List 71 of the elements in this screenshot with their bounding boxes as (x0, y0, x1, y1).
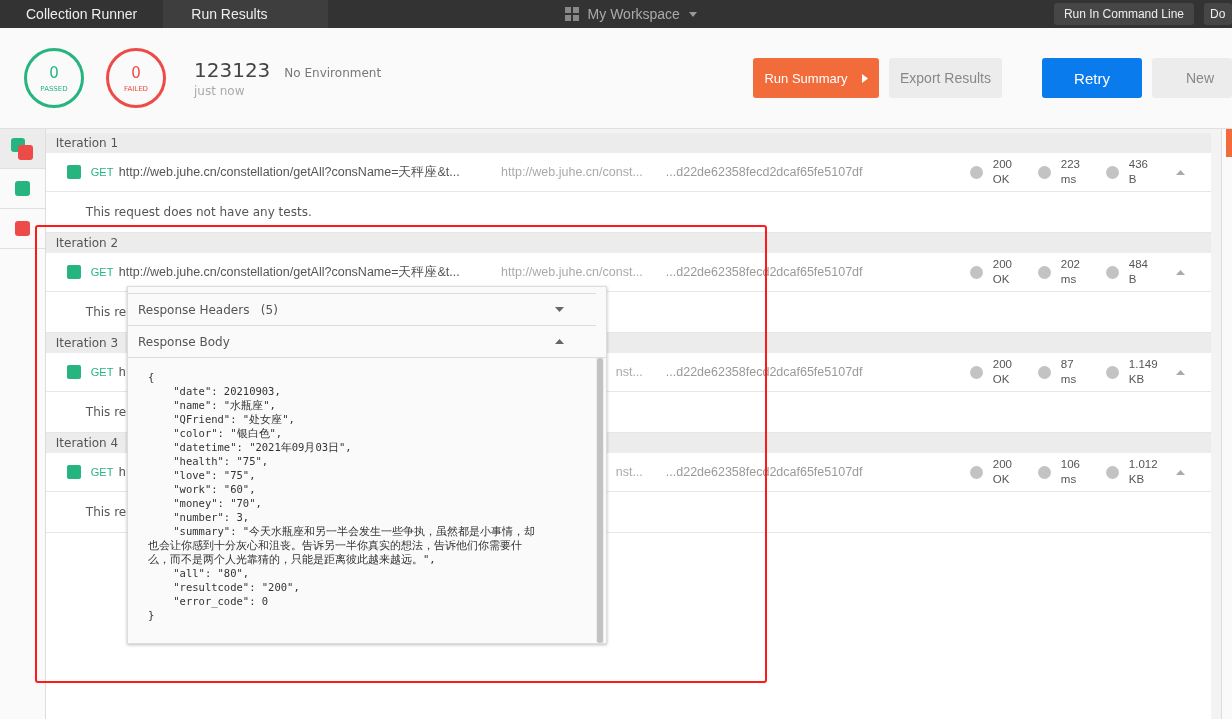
request-url: nst... (614, 465, 643, 479)
pass-fail-icon (11, 137, 34, 160)
collapse-icon[interactable] (1175, 169, 1185, 175)
request-url: nst... (614, 365, 643, 379)
pass-icon (14, 181, 30, 196)
environment-label: No Environment (284, 66, 382, 80)
request-url: http://web.juhe.cn/const... (500, 265, 643, 279)
request-url[interactable]: http://web.juhe.cn/constellation/getAll?consName=天秤座&t... (118, 163, 481, 181)
collapse-icon[interactable] (1175, 269, 1185, 275)
iteration-filter[interactable] (0, 129, 45, 169)
workspace-menu[interactable]: My Workspace (564, 6, 697, 22)
time-value: 106 ms (1060, 457, 1080, 487)
method-label: GET (90, 366, 115, 378)
section-header[interactable]: Response Body (128, 325, 596, 357)
caret-icon (688, 11, 697, 17)
action-button[interactable]: Retry (1042, 58, 1142, 98)
scrollbar-thumb[interactable] (1226, 129, 1232, 157)
collapse-icon[interactable] (1175, 369, 1185, 375)
time-dot (1037, 465, 1051, 479)
toolbar-button[interactable]: Run In Command Line (1053, 3, 1194, 25)
status-value: 200 OK (992, 357, 1012, 387)
section-header[interactable]: Response Headers (5) (128, 293, 596, 325)
size-dot (1105, 165, 1119, 179)
status-dot (969, 265, 983, 279)
status-dot (969, 465, 983, 479)
pass-icon (66, 165, 81, 179)
time-dot (1037, 165, 1051, 179)
size-dot (1105, 265, 1119, 279)
method-label: GET (90, 166, 115, 178)
run-name: 123123 (194, 58, 271, 82)
breadcrumb-tab[interactable]: Run Results (163, 0, 328, 28)
test-message: This re (85, 305, 127, 319)
size-value: 436 B (1128, 157, 1148, 187)
caret-icon (861, 73, 868, 83)
test-message: This re (85, 505, 127, 519)
pass-icon (66, 365, 81, 379)
pass-icon (66, 465, 81, 479)
caret-icon (555, 307, 564, 312)
size-dot (1105, 465, 1119, 479)
time-value: 202 ms (1060, 257, 1080, 287)
status-value: 200 OK (992, 457, 1012, 487)
caret-icon (555, 339, 564, 344)
time-dot (1037, 265, 1051, 279)
status-value: 200 OK (992, 257, 1012, 287)
scrollbar-thumb[interactable] (597, 358, 603, 643)
test-message: This request does not have any tests. (85, 205, 312, 219)
collapse-icon[interactable] (1175, 469, 1185, 475)
grid-icon (564, 7, 579, 21)
breadcrumb-tab[interactable]: Collection Runner (0, 0, 164, 28)
size-dot (1105, 365, 1119, 379)
request-url[interactable]: http://web.juhe.cn/constellation/getAll?consName=天秤座&t... (118, 263, 481, 281)
test-message: This re (85, 405, 127, 419)
fail-icon (14, 221, 30, 236)
iteration-header: Iteration 1 (45, 133, 1211, 153)
iteration-header: Iteration 2 (45, 233, 1211, 253)
size-value: 1.149 KB (1128, 357, 1158, 387)
time-dot (1037, 365, 1051, 379)
pass-icon (66, 265, 81, 279)
status-dot (969, 165, 983, 179)
run-time: just now (194, 84, 246, 98)
size-value: 1.012 KB (1128, 457, 1158, 487)
time-value: 223 ms (1060, 157, 1080, 187)
status-dot (969, 365, 983, 379)
size-value: 484 B (1128, 257, 1148, 287)
method-label: GET (90, 466, 115, 478)
toolbar-button[interactable]: Do (1204, 3, 1232, 25)
request-key: ...d22de62358fecd2dcaf65fe5107df (665, 165, 970, 179)
method-label: GET (90, 266, 115, 278)
request-url: http://web.juhe.cn/const... (500, 165, 643, 179)
status-value: 200 OK (992, 157, 1012, 187)
time-value: 87 ms (1060, 357, 1077, 387)
